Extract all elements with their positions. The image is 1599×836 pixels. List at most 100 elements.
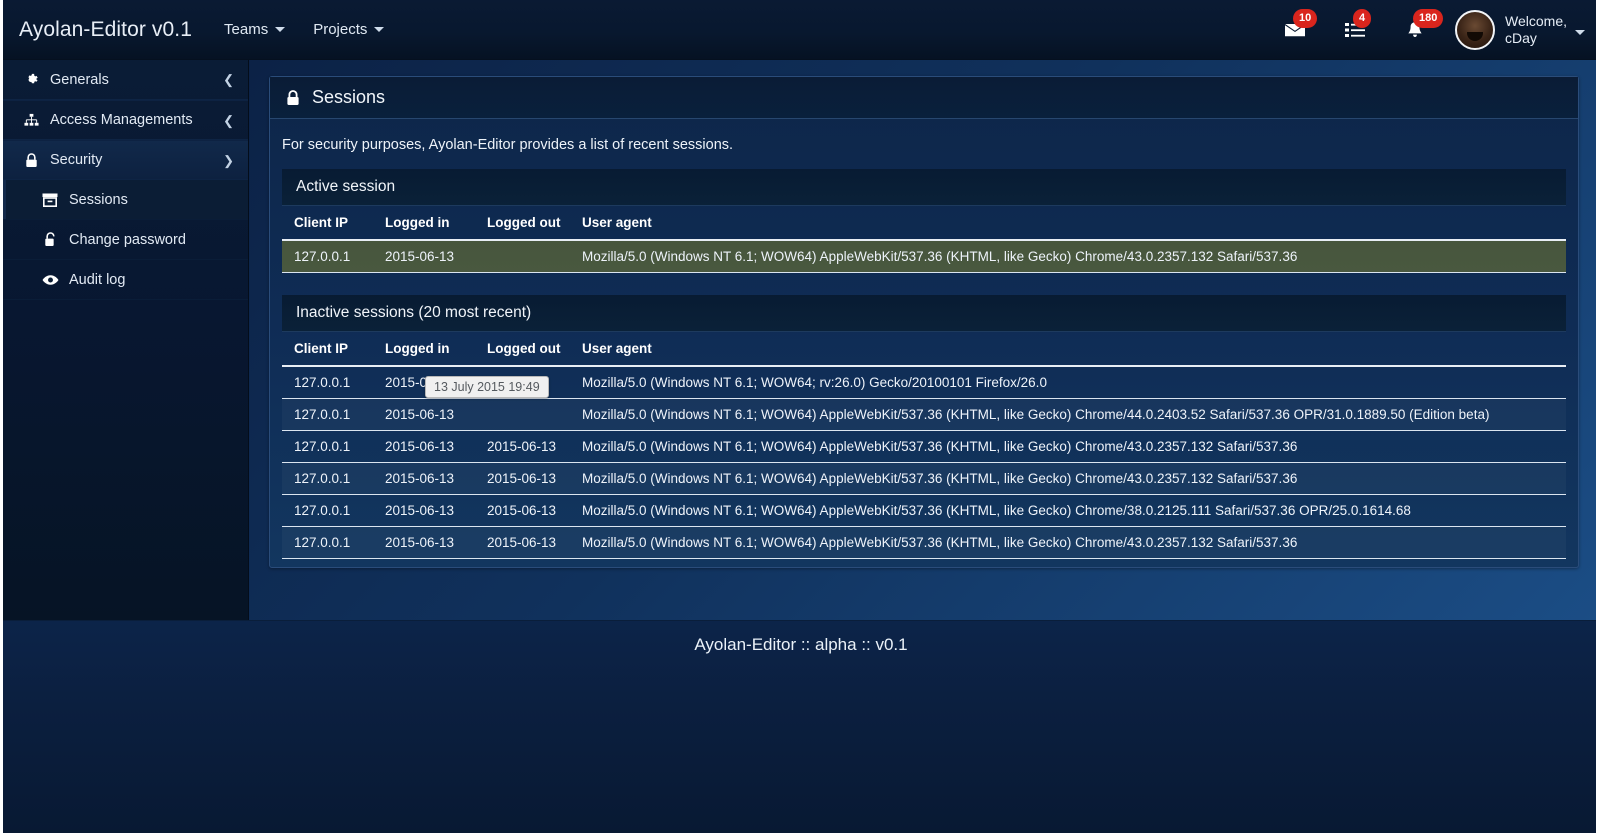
cell-client-ip: 127.0.0.1 [282, 430, 385, 463]
unlock-icon [39, 232, 61, 247]
sidebar-item-sessions-label: Sessions [69, 191, 128, 208]
section-spacer [282, 273, 1566, 295]
notifications-badge: 180 [1413, 8, 1444, 28]
active-session-heading: Active session [282, 169, 1566, 206]
chevron-down-icon: ❯ [223, 152, 234, 168]
sidebar-item-generals[interactable]: Generals ❮ [3, 60, 248, 100]
nav-item-teams-label: Teams [224, 21, 269, 38]
cell-user-agent: Mozilla/5.0 (Windows NT 6.1; WOW64) Appl… [582, 494, 1566, 527]
column-logged-out: Logged out [487, 332, 582, 367]
sidebar-item-security-label: Security [50, 152, 103, 168]
chevron-down-icon [374, 27, 385, 32]
cell-client-ip: 127.0.0.1 [282, 462, 385, 495]
sidebar-item-change-password[interactable]: Change password [3, 220, 248, 260]
sessions-panel: Sessions For security purposes, Ayolan-E… [269, 76, 1579, 568]
cell-user-agent: Mozilla/5.0 (Windows NT 6.1; WOW64; rv:2… [582, 366, 1566, 399]
cell-user-agent: Mozilla/5.0 (Windows NT 6.1; WOW64) Appl… [582, 430, 1566, 463]
sidebar-item-sessions[interactable]: Sessions [3, 180, 248, 220]
column-logged-out: Logged out [487, 206, 582, 241]
top-navbar: Ayolan-Editor v0.1 Teams Projects 10 4 1… [3, 0, 1596, 60]
cell-logged-out [487, 240, 582, 273]
nav-item-projects[interactable]: Projects [299, 0, 398, 60]
date-tooltip: 13 July 2015 19:49 [425, 376, 549, 398]
sidebar-item-access-managements[interactable]: Access Managements ❮ [3, 100, 248, 140]
gear-icon [21, 72, 41, 87]
cell-logged-out[interactable]: 2015-06-13 [487, 462, 582, 495]
sidebar: Generals ❮ Access Managements ❮ Security… [3, 60, 249, 620]
cell-user-agent: Mozilla/5.0 (Windows NT 6.1; WOW64) Appl… [582, 398, 1566, 431]
user-greeting: Welcome, [1505, 12, 1567, 29]
sidebar-item-security[interactable]: Security ❯ [3, 140, 248, 180]
tasks-badge: 4 [1353, 8, 1372, 28]
active-sessions-table: Client IP Logged in Logged out User agen… [282, 206, 1566, 273]
cell-client-ip: 127.0.0.1 [282, 398, 385, 431]
cell-logged-in[interactable]: 2015-06-13 [385, 240, 487, 273]
archive-icon [39, 193, 61, 207]
messages-badge: 10 [1293, 8, 1318, 28]
cell-logged-out[interactable]: 2015-06-13 [487, 430, 582, 463]
tasks-button[interactable]: 4 [1325, 0, 1385, 60]
messages-button[interactable]: 10 [1265, 0, 1325, 60]
footer: Ayolan-Editor :: alpha :: v0.1 [3, 620, 1596, 833]
sidebar-item-change-password-label: Change password [69, 231, 186, 248]
panel-header: Sessions [270, 77, 1578, 119]
footer-text: Ayolan-Editor :: alpha :: v0.1 [694, 635, 908, 654]
eye-icon [39, 274, 61, 286]
column-user-agent: User agent [582, 332, 1566, 367]
lock-icon [286, 89, 300, 106]
column-logged-in: Logged in [385, 206, 487, 241]
brand-logo[interactable]: Ayolan-Editor v0.1 [3, 18, 210, 42]
sidebar-item-access-managements-label: Access Managements [50, 112, 193, 128]
inactive-sessions-heading: Inactive sessions (20 most recent) [282, 295, 1566, 332]
lock-icon [21, 152, 41, 168]
cell-logged-in[interactable]: 2015-06-13 [385, 494, 487, 527]
table-header-row: Client IP Logged in Logged out User agen… [282, 332, 1566, 367]
panel-body: For security purposes, Ayolan-Editor pro… [270, 119, 1578, 559]
chevron-left-icon: ❮ [223, 112, 234, 128]
page-title: Sessions [312, 87, 386, 107]
cell-logged-out[interactable]: 2015-06-13 [487, 494, 582, 527]
cell-logged-out[interactable]: 2015-06-13 [487, 526, 582, 559]
user-menu-label: Welcome, cDay [1505, 13, 1567, 47]
column-client-ip: Client IP [282, 206, 385, 241]
main-content: Sessions For security purposes, Ayolan-E… [249, 60, 1596, 620]
table-row[interactable]: 127.0.0.1 2015-06-13 2015-06-13 Mozilla/… [282, 462, 1566, 495]
sitemap-icon [21, 113, 41, 127]
table-row[interactable]: 127.0.0.1 2015-06-13 2015-06-13 Mozilla/… [282, 494, 1566, 527]
cell-logged-in[interactable]: 2015-06-13 [385, 398, 487, 431]
cell-user-agent: Mozilla/5.0 (Windows NT 6.1; WOW64) Appl… [582, 526, 1566, 559]
sidebar-item-generals-label: Generals [50, 71, 109, 88]
cell-user-agent: Mozilla/5.0 (Windows NT 6.1; WOW64) Appl… [582, 462, 1566, 495]
cell-logged-in[interactable]: 2015-06-13 [385, 430, 487, 463]
cell-client-ip: 127.0.0.1 [282, 494, 385, 527]
chevron-left-icon: ❮ [223, 72, 234, 87]
inactive-sessions-table: Client IP Logged in Logged out User agen… [282, 332, 1566, 559]
cell-logged-in[interactable]: 2015-06-13 [385, 462, 487, 495]
table-row[interactable]: 127.0.0.1 2015-06-13 2015-06-13 Mozilla/… [282, 430, 1566, 463]
cell-client-ip: 127.0.0.1 [282, 366, 385, 399]
notifications-button[interactable]: 180 [1385, 0, 1445, 60]
nav-item-teams[interactable]: Teams [210, 0, 299, 60]
user-menu[interactable]: Welcome, cDay [1445, 9, 1585, 50]
sidebar-item-audit-log[interactable]: Audit log [3, 260, 248, 300]
user-name: cDay [1505, 29, 1537, 46]
table-header-row: Client IP Logged in Logged out User agen… [282, 206, 1566, 241]
app-window: Ayolan-Editor v0.1 Teams Projects 10 4 1… [0, 0, 1599, 836]
column-logged-in: Logged in [385, 332, 487, 367]
chevron-down-icon [1575, 30, 1585, 35]
sidebar-item-audit-log-label: Audit log [69, 271, 126, 288]
cell-logged-out [487, 398, 582, 431]
cell-user-agent: Mozilla/5.0 (Windows NT 6.1; WOW64) Appl… [582, 240, 1566, 273]
cell-client-ip: 127.0.0.1 [282, 526, 385, 559]
avatar [1455, 9, 1496, 50]
column-user-agent: User agent [582, 206, 1566, 241]
nav-item-projects-label: Projects [313, 21, 368, 38]
cell-logged-in[interactable]: 2015-06-13 [385, 526, 487, 559]
cell-client-ip: 127.0.0.1 [282, 240, 385, 273]
table-row[interactable]: 127.0.0.1 2015-06-13 2015-06-13 Mozilla/… [282, 526, 1566, 559]
chevron-down-icon [275, 27, 286, 32]
column-client-ip: Client IP [282, 332, 385, 367]
navbar-right-group: 10 4 180 Welcome, cDay [1265, 0, 1596, 60]
table-row[interactable]: 127.0.0.1 2015-06-13 Mozilla/5.0 (Window… [282, 398, 1566, 431]
table-row[interactable]: 127.0.0.1 2015-06-13 Mozilla/5.0 (Window… [282, 240, 1566, 273]
